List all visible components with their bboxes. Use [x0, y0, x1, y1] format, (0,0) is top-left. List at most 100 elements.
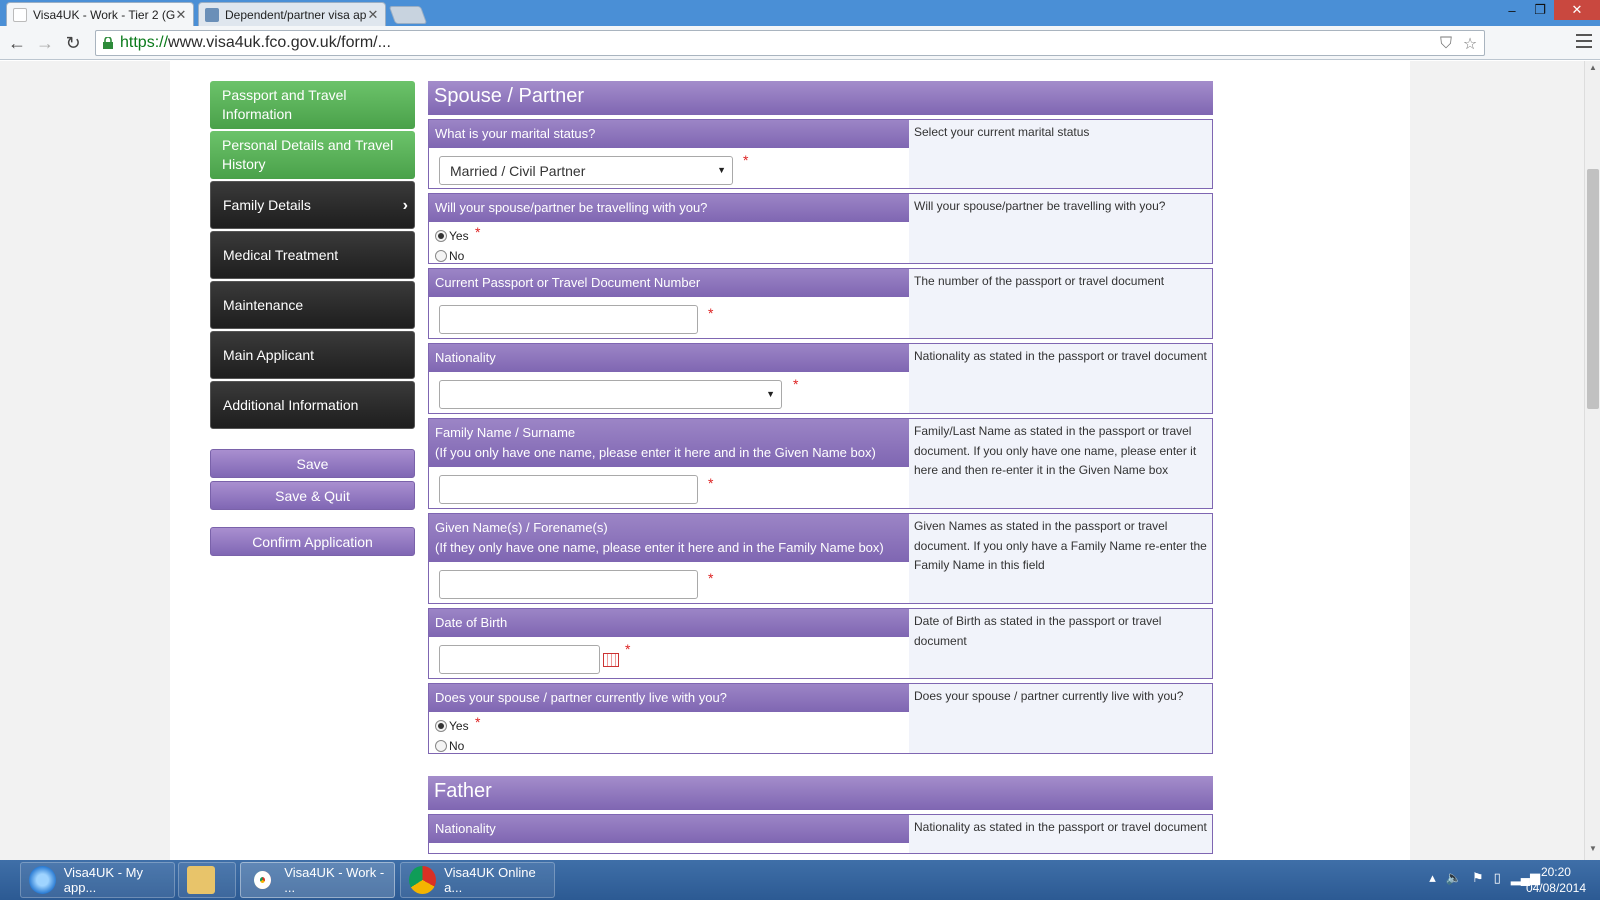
- given-name-question: Given Name(s) / Forename(s) (If they onl…: [428, 513, 1213, 604]
- given-name-help: Given Names as stated in the passport or…: [909, 514, 1212, 603]
- radio-unselected-icon[interactable]: [435, 740, 447, 752]
- sidebar-item-passport[interactable]: Passport and Travel Information: [210, 81, 415, 129]
- tab-title: Visa4UK - Work - Tier 2 (G: [33, 7, 175, 22]
- family-name-help: Family/Last Name as stated in the passpo…: [909, 419, 1212, 508]
- save-quit-button[interactable]: Save & Quit: [210, 481, 415, 510]
- required-marker: *: [708, 305, 714, 321]
- radio-label: No: [449, 739, 465, 753]
- shield-icon[interactable]: ⛉: [1436, 34, 1456, 54]
- taskbar-item-chrome-work[interactable]: Visa4UK - Work - ...: [240, 862, 395, 898]
- father-section-heading: Father: [428, 776, 1213, 810]
- given-name-sublabel: (If they only have one name, please ente…: [435, 540, 884, 555]
- travelling-yes-option[interactable]: Yes *: [435, 224, 903, 246]
- confirm-application-button[interactable]: Confirm Application: [210, 527, 415, 556]
- given-name-label: Given Name(s) / Forename(s): [435, 520, 608, 535]
- radio-selected-icon[interactable]: [435, 230, 447, 242]
- lives-with-yes-option[interactable]: Yes *: [435, 714, 903, 736]
- volume-icon[interactable]: 🔈: [1446, 870, 1462, 886]
- chrome-icon: [249, 866, 276, 894]
- marital-status-help: Select your current marital status: [909, 120, 1212, 188]
- date-of-birth-input[interactable]: [439, 645, 600, 674]
- tab-close-icon[interactable]: ✕: [367, 7, 379, 23]
- dropdown-arrow-icon: ▼: [766, 389, 775, 399]
- spouse-section-heading: Spouse / Partner: [428, 81, 1213, 115]
- sidebar-item-personal-details[interactable]: Personal Details and Travel History: [210, 131, 415, 179]
- forward-icon[interactable]: →: [34, 32, 56, 54]
- show-hidden-icons-icon[interactable]: ▴: [1429, 870, 1436, 886]
- given-name-label-block: Given Name(s) / Forename(s) (If they onl…: [429, 514, 909, 562]
- scroll-up-icon[interactable]: ▲: [1585, 63, 1600, 77]
- restore-icon[interactable]: ❐: [1526, 0, 1554, 20]
- radio-label: Yes: [449, 719, 469, 733]
- browser-titlebar: Visa4UK - Work - Tier 2 (G ✕ Dependent/p…: [0, 0, 1600, 26]
- reload-icon[interactable]: ↻: [62, 32, 84, 54]
- tab-close-icon[interactable]: ✕: [175, 7, 187, 23]
- tab-visa4uk-work[interactable]: Visa4UK - Work - Tier 2 (G ✕: [6, 2, 194, 26]
- taskbar-item-label: Visa4UK - Work - ...: [284, 865, 385, 895]
- clock-date: 04/08/2014: [1525, 881, 1586, 895]
- required-marker: *: [475, 714, 481, 730]
- radio-label: No: [449, 249, 465, 263]
- save-button[interactable]: Save: [210, 449, 415, 478]
- chrome-menu-icon[interactable]: [1576, 34, 1592, 50]
- family-name-question: Family Name / Surname (If you only have …: [428, 418, 1213, 509]
- tab-dependent-partner[interactable]: Dependent/partner visa ap ✕: [198, 2, 386, 26]
- lock-icon: [103, 37, 113, 49]
- taskbar-clock[interactable]: 20:20 04/08/2014: [1526, 864, 1586, 896]
- back-icon[interactable]: ←: [6, 32, 28, 54]
- passport-number-help: The number of the passport or travel doc…: [909, 269, 1212, 338]
- bookmark-star-icon[interactable]: ☆: [1460, 34, 1480, 54]
- taskbar-item-explorer[interactable]: [178, 862, 236, 898]
- family-name-label: Family Name / Surname: [435, 425, 576, 440]
- given-name-input[interactable]: [439, 570, 698, 599]
- scroll-thumb[interactable]: [1587, 169, 1599, 409]
- clock-time: 20:20: [1540, 865, 1571, 879]
- lives-with-no-option[interactable]: No: [435, 736, 903, 756]
- family-details-form: Spouse / Partner What is your marital st…: [428, 81, 1213, 854]
- sidebar-item-label: Passport and Travel Information: [222, 87, 347, 122]
- marital-status-select[interactable]: Married / Civil Partner ▼: [439, 156, 733, 185]
- minimize-icon[interactable]: –: [1498, 0, 1526, 20]
- taskbar-item-chrome-online[interactable]: Visa4UK Online a...: [400, 862, 555, 898]
- sidebar-item-family-details[interactable]: Family Details ›: [210, 181, 415, 229]
- action-center-flag-icon[interactable]: ⚑: [1472, 870, 1484, 886]
- sidebar-item-medical[interactable]: Medical Treatment: [210, 231, 415, 279]
- sidebar-item-label: Medical Treatment: [223, 246, 339, 263]
- tab-title: Dependent/partner visa ap: [225, 7, 367, 22]
- taskbar-item-ie[interactable]: Visa4UK - My app...: [20, 862, 175, 898]
- marital-status-question: What is your marital status? Married / C…: [428, 119, 1213, 189]
- sidebar-item-label: Family Details: [223, 196, 311, 213]
- calendar-icon[interactable]: [603, 653, 619, 667]
- nationality-select[interactable]: ▼: [439, 380, 782, 409]
- nationality-question: Nationality ▼ * Nationality as stated in…: [428, 343, 1213, 414]
- close-window-icon[interactable]: ✕: [1554, 0, 1600, 20]
- battery-icon[interactable]: ▯: [1494, 870, 1501, 886]
- plane-favicon-icon: [205, 7, 219, 22]
- radio-unselected-icon[interactable]: [435, 250, 447, 262]
- sidebar-item-additional-info[interactable]: Additional Information: [210, 381, 415, 429]
- url-scheme: https://: [120, 34, 169, 51]
- chevron-right-icon: ›: [402, 197, 408, 214]
- passport-number-input[interactable]: [439, 305, 698, 334]
- new-tab-button[interactable]: [388, 6, 428, 24]
- page-scrollbar[interactable]: ▲ ▼: [1584, 61, 1600, 860]
- sidebar-item-main-applicant[interactable]: Main Applicant: [210, 331, 415, 379]
- travelling-label: Will your spouse/partner be travelling w…: [429, 194, 909, 222]
- page-favicon-icon: [13, 7, 27, 22]
- travelling-no-option[interactable]: No: [435, 246, 903, 266]
- address-bar[interactable]: https://www.visa4uk.fco.gov.uk/form/... …: [95, 30, 1485, 56]
- folder-icon: [187, 866, 215, 894]
- chrome-icon: [409, 866, 437, 894]
- required-marker: *: [475, 224, 481, 240]
- travelling-help: Will your spouse/partner be travelling w…: [909, 194, 1212, 263]
- lives-with-help: Does your spouse / partner currently liv…: [909, 684, 1212, 753]
- radio-selected-icon[interactable]: [435, 720, 447, 732]
- family-name-input[interactable]: [439, 475, 698, 504]
- sidebar-item-maintenance[interactable]: Maintenance: [210, 281, 415, 329]
- passport-number-question: Current Passport or Travel Document Numb…: [428, 268, 1213, 339]
- ie-icon: [29, 866, 56, 894]
- passport-number-label: Current Passport or Travel Document Numb…: [429, 269, 909, 297]
- sidebar-item-label: Additional Information: [223, 396, 359, 413]
- family-name-sublabel: (If you only have one name, please enter…: [435, 445, 876, 460]
- scroll-down-icon[interactable]: ▼: [1585, 844, 1600, 858]
